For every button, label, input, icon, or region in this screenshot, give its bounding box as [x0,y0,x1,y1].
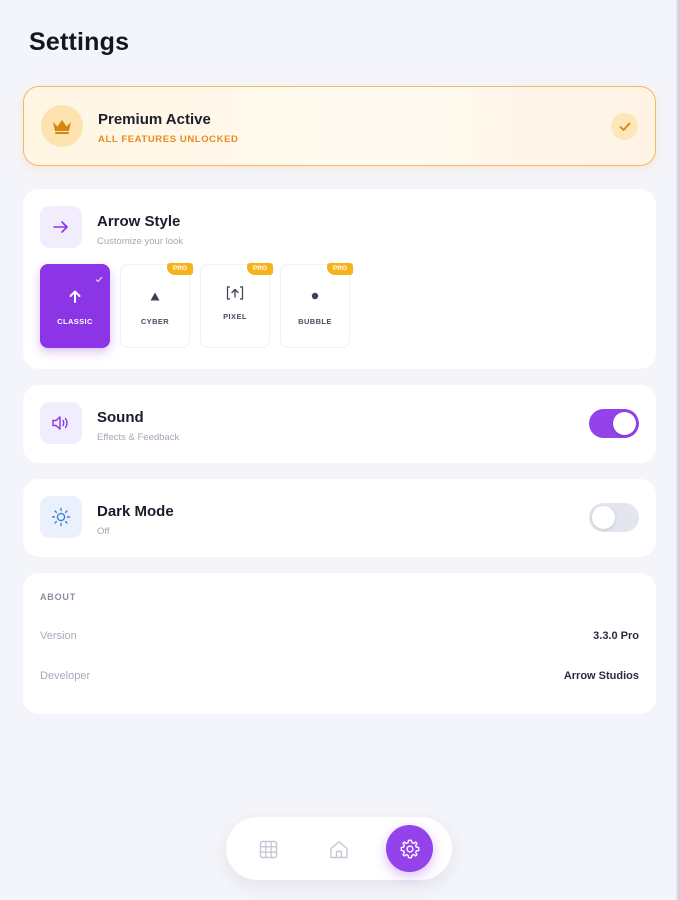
speaker-icon [40,402,82,444]
dark-mode-setting-card: Dark Mode Off [23,479,656,557]
triangle-icon [150,289,160,303]
about-card: ABOUT Version 3.3.0 Pro Developer Arrow … [23,573,656,714]
gear-icon[interactable] [386,825,433,872]
style-option-label: CYBER [140,317,170,326]
style-option-label: CLASSIC [57,317,93,326]
dark-mode-subtitle: Off [97,526,110,537]
dot-icon [311,289,319,303]
window-edge [676,0,680,900]
version-label: Version [40,630,77,642]
developer-label: Developer [40,670,91,682]
crown-icon [41,105,83,147]
grid-icon[interactable] [251,832,285,866]
pro-badge: PRO [326,263,353,275]
style-option-bubble[interactable]: PRO BUBBLE [280,263,353,348]
arrow-style-title: Arrow Style [97,213,181,230]
toggle-knob [613,412,636,435]
sound-setting-card: Sound Effects & Feedback [23,385,656,463]
style-option-pixel[interactable]: PRO PIXEL [200,263,273,348]
arrow-style-subtitle: Customize your look [97,236,184,247]
selected-check-icon [95,270,103,288]
style-option-classic[interactable]: CLASSIC [40,264,110,348]
style-option-label: BUBBLE [298,317,332,326]
developer-value: Arrow Studios [563,670,639,682]
premium-subtitle: ALL FEATURES UNLOCKED [98,134,239,145]
pro-badge: PRO [166,263,193,275]
version-value: 3.3.0 Pro [593,630,639,642]
toggle-knob [592,506,615,529]
home-icon[interactable] [322,832,356,866]
dark-mode-toggle[interactable] [589,503,639,532]
about-heading: ABOUT [40,592,76,602]
sun-icon [40,496,82,538]
dark-mode-title: Dark Mode [97,503,174,520]
pro-badge: PRO [246,263,273,275]
arrow-style-card: Arrow Style Customize your look CLASSIC … [23,189,656,369]
sound-toggle[interactable] [589,409,639,438]
page-title: Settings [29,28,130,56]
bottom-nav [226,817,452,880]
arrow-up-icon [69,289,81,303]
premium-status-card[interactable]: Premium Active ALL FEATURES UNLOCKED [23,86,656,166]
check-icon [611,113,638,140]
premium-title: Premium Active [98,111,211,128]
sound-title: Sound [97,409,144,426]
style-option-label: PIXEL [223,312,247,321]
bracket-arrow-icon [226,286,244,300]
style-option-cyber[interactable]: PRO CYBER [120,263,193,348]
sound-subtitle: Effects & Feedback [97,432,180,443]
arrow-right-icon [40,206,82,248]
